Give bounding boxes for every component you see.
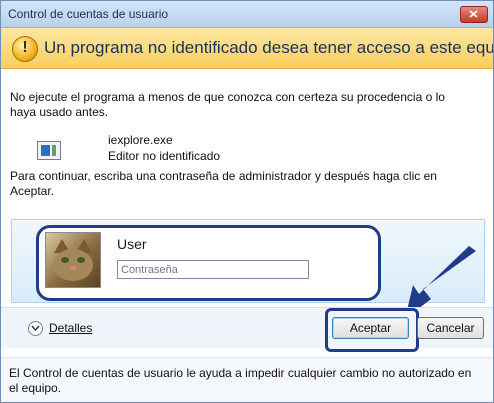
details-link[interactable]: Detalles — [49, 321, 92, 335]
user-avatar — [45, 232, 101, 288]
publisher-text: Editor no identificado — [108, 149, 221, 163]
window-title: Control de cuentas de usuario — [8, 7, 169, 21]
warning-banner: ! Un programa no identificado desea tene… — [1, 28, 493, 69]
close-button[interactable] — [460, 6, 488, 23]
footer-text-line1: El Control de cuentas de usuario le ayud… — [9, 366, 472, 380]
details-toggle[interactable] — [28, 321, 43, 336]
shield-warning-icon: ! — [12, 36, 38, 62]
uac-dialog: Control de cuentas de usuario ! Un progr… — [0, 0, 494, 403]
close-icon — [469, 10, 478, 18]
warning-heading: Un programa no identificado desea tener … — [44, 38, 494, 57]
intro-text-line1: No ejecute el programa a menos de que co… — [10, 90, 445, 104]
ok-button[interactable]: Aceptar — [332, 317, 409, 339]
footer: El Control de cuentas de usuario le ayud… — [1, 357, 493, 402]
intro-text-line2: haya usado antes. — [10, 105, 109, 119]
program-icon — [37, 141, 61, 160]
user-name: User — [117, 236, 147, 252]
instruction-text-line1: Para continuar, escriba una contraseña d… — [10, 169, 437, 183]
title-bar: Control de cuentas de usuario — [1, 1, 493, 28]
program-name: iexplore.exe — [108, 133, 173, 147]
instruction-text-line2: Aceptar. — [10, 184, 55, 198]
cancel-button[interactable]: Cancelar — [417, 317, 484, 339]
chevron-down-icon — [31, 325, 40, 331]
password-field[interactable] — [117, 260, 309, 279]
footer-text-line2: el equipo. — [9, 381, 62, 395]
